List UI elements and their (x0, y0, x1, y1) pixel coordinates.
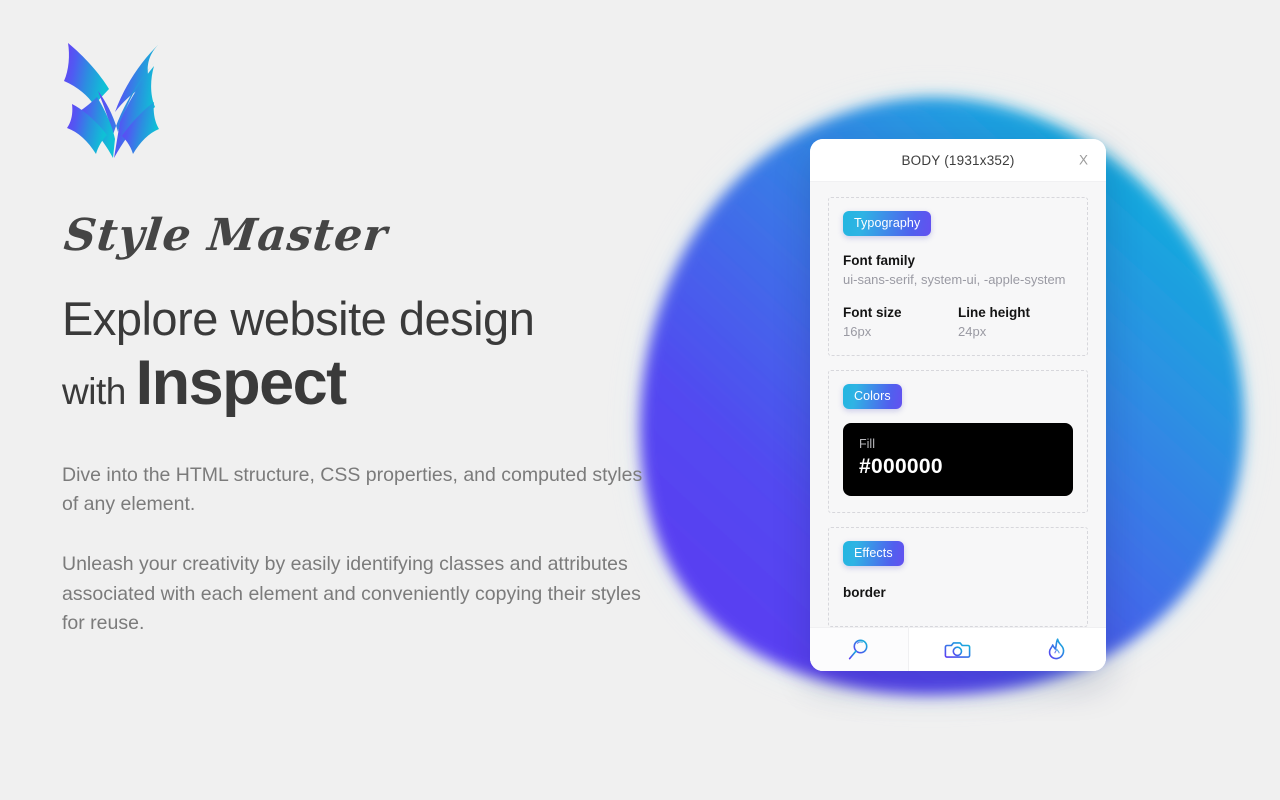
font-family-label: Font family (843, 253, 916, 268)
effects-badge: Effects (843, 541, 904, 566)
line-height-field: Line height 24px (958, 287, 1073, 339)
body-paragraph-1: Dive into the HTML structure, CSS proper… (62, 463, 643, 516)
typography-badge: Typography (843, 211, 932, 236)
line-height-value: 24px (958, 324, 987, 339)
panel-body[interactable]: Typography Font family ui-sans-serif, sy… (810, 182, 1106, 671)
font-size-field: Font size 16px (843, 287, 958, 339)
fill-label: Fill (859, 437, 875, 451)
v-arrow-logo-icon (64, 43, 160, 158)
inspector-panel: BODY (1931x352) X Typography Font family… (810, 139, 1106, 671)
page-title: Explore website design with Inspect (62, 292, 662, 417)
tab-inspect[interactable] (810, 628, 909, 671)
close-icon[interactable]: X (1075, 151, 1092, 170)
tab-screenshot[interactable] (908, 628, 1008, 671)
effect-property-name: border (843, 585, 886, 600)
font-size-value: 16px (843, 324, 872, 339)
tab-flame[interactable] (1007, 628, 1106, 671)
panel-title: BODY (1931x352) (901, 152, 1015, 168)
fill-color-swatch[interactable]: Fill #000000 (843, 423, 1073, 496)
line-height-label: Line height (958, 305, 1030, 320)
camera-icon (944, 641, 971, 658)
fill-value: #000000 (859, 455, 943, 478)
headline-line-2: with Inspect (62, 349, 662, 417)
flame-icon (1048, 637, 1064, 659)
hero-content: Style Master Explore website design with… (62, 40, 662, 638)
colors-badge: Colors (843, 384, 902, 409)
body-paragraph-2: Unleash your creativity by easily identi… (62, 553, 641, 634)
panel-header: BODY (1931x352) X (810, 139, 1106, 182)
headline-line-1: Explore website design (62, 292, 535, 345)
font-size-label: Font size (843, 305, 902, 320)
section-typography: Typography Font family ui-sans-serif, sy… (828, 197, 1088, 356)
typography-metrics-row: Font size 16px Line height 24px (843, 287, 1073, 339)
font-family-value: ui-sans-serif, system-ui, -apple-system (843, 272, 1066, 287)
magnifier-icon (849, 639, 868, 659)
section-colors: Colors Fill #000000 (828, 370, 1088, 513)
section-effects: Effects border (828, 527, 1088, 627)
headline-with-word: with (62, 370, 136, 412)
script-title: Style Master (61, 210, 391, 261)
panel-tabbar (810, 627, 1106, 671)
headline-emphasis-word: Inspect (135, 347, 348, 418)
